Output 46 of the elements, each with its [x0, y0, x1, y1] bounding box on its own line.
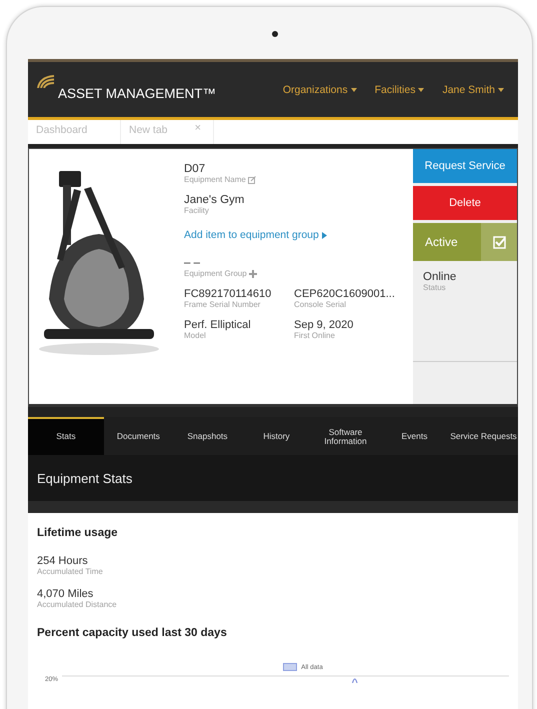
triangle-right-icon	[322, 232, 327, 238]
field-label: Equipment Group	[184, 269, 247, 278]
nav-menu[interactable]: Facilities	[374, 84, 424, 96]
nav-tab[interactable]: Snapshots	[172, 417, 242, 455]
action-button[interactable]: Request Service	[413, 149, 517, 183]
nav-menu[interactable]: Organizations	[282, 84, 357, 96]
nav-tab[interactable]: Software Information	[310, 417, 380, 455]
field-label: Model	[184, 331, 207, 340]
camera-icon	[272, 31, 278, 37]
field-label: Frame Serial Number	[184, 300, 262, 309]
caret-icon	[498, 88, 504, 92]
caret-icon	[350, 88, 357, 92]
stat-value: 4,070 Miles	[37, 588, 94, 600]
stat-value: 254 Hours	[37, 555, 89, 567]
checkbox-icon[interactable]	[492, 236, 506, 248]
plus-icon[interactable]	[248, 270, 257, 278]
field-value: D07	[184, 163, 206, 175]
status-value: Online	[423, 271, 458, 283]
status-label: Status	[423, 283, 447, 292]
field-value: FC892170114610	[184, 288, 272, 300]
stat-label: Accumulated Time	[37, 567, 104, 576]
nav-menu[interactable]: Jane Smith	[442, 84, 504, 96]
field-value: Sep 9, 2020	[294, 319, 354, 331]
nav-tab[interactable]: Service Requests	[449, 417, 518, 455]
stat-label: Accumulated Distance	[37, 600, 118, 609]
nav-tab[interactable]: Events	[380, 417, 449, 455]
chart-title: Percent capacity used last 30 days	[37, 627, 228, 639]
app-logo-text: ASSET MANAGEMENT™	[58, 86, 216, 101]
add-to-group-link[interactable]: Add item to equipment group	[184, 229, 413, 241]
field-label: Facility	[184, 206, 209, 215]
nav-tab[interactable]: History	[242, 417, 311, 455]
card-title: Lifetime usage	[37, 527, 119, 539]
field-value: CEP620C1609001...	[294, 288, 395, 300]
field-label: Equipment Name	[184, 175, 246, 184]
field-value: Perf. Elliptical	[184, 319, 252, 331]
nav-tab[interactable]: Documents	[104, 417, 173, 455]
caret-icon	[418, 88, 424, 92]
action-button[interactable]: Delete	[413, 186, 517, 220]
legend-swatch	[283, 663, 298, 671]
nav-tab[interactable]: Stats	[28, 417, 104, 455]
field-value: Jane's Gym	[184, 194, 246, 206]
section-title: Equipment Stats	[37, 470, 132, 486]
field-label: First Online	[294, 331, 336, 340]
field-label: Console Serial	[294, 300, 348, 309]
field-value: – –	[184, 257, 201, 269]
edit-icon[interactable]	[248, 176, 256, 184]
